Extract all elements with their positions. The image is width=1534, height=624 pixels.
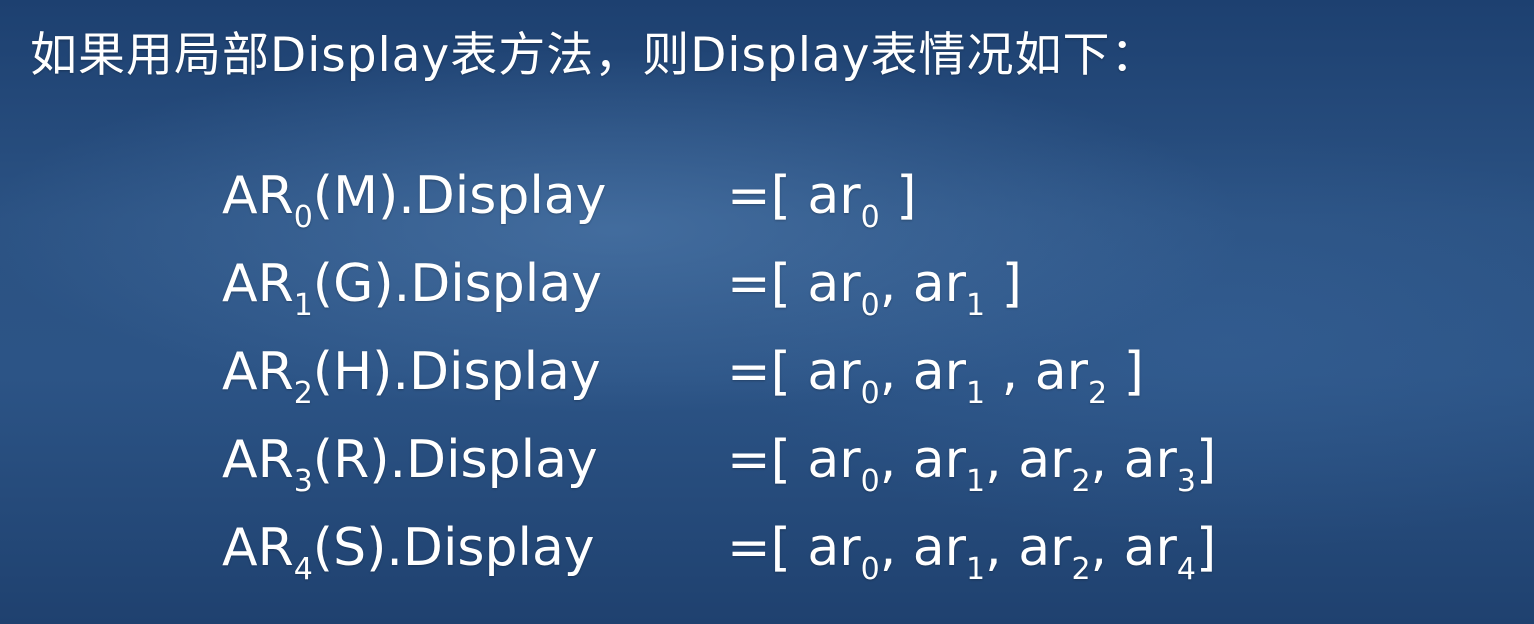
term-separator: , — [879, 430, 913, 490]
record-prefix: AR — [222, 518, 294, 578]
activation-record-label: AR1(G).Display — [222, 240, 602, 328]
display-term: ar1 — [912, 254, 1002, 321]
display-value: =[ ar0, ar1, ar2, ar3] — [727, 416, 1216, 504]
term-base: ar — [912, 518, 967, 578]
open-bracket: =[ — [727, 166, 808, 226]
term-subscript: 0 — [860, 200, 880, 235]
term-separator: , — [1090, 518, 1124, 578]
record-prefix: AR — [222, 166, 294, 226]
display-term: ar0, — [807, 342, 913, 409]
display-term: ar2, — [1018, 518, 1124, 585]
term-base: ar — [912, 342, 967, 402]
close-bracket: ] — [1123, 342, 1144, 402]
record-prefix: AR — [222, 254, 294, 314]
record-subscript: 3 — [293, 464, 313, 499]
term-base: ar — [1123, 518, 1177, 578]
term-base: ar — [1034, 342, 1088, 402]
term-separator — [1107, 342, 1124, 402]
record-prefix: AR — [222, 342, 294, 402]
term-separator: , — [985, 518, 1019, 578]
term-separator: , — [879, 518, 913, 578]
term-subscript: 0 — [860, 288, 880, 323]
display-term: ar2, — [1018, 430, 1124, 497]
open-bracket: =[ — [727, 518, 808, 578]
term-subscript: 3 — [1176, 464, 1196, 499]
activation-record-label: AR2(H).Display — [222, 328, 601, 416]
display-term: ar0 — [807, 166, 897, 233]
term-subscript: 2 — [1071, 464, 1091, 499]
term-subscript: 1 — [966, 288, 986, 323]
display-term: ar1, — [912, 430, 1019, 497]
term-subscript: 0 — [860, 464, 880, 499]
slide-heading: 如果用局部Display表方法，则Display表情况如下： — [30, 28, 1159, 83]
record-suffix: (R).Display — [312, 430, 598, 490]
display-term: ar1 , — [912, 342, 1035, 409]
record-prefix: AR — [222, 430, 294, 490]
term-base: ar — [807, 430, 861, 490]
display-term: ar1, — [912, 518, 1019, 585]
record-suffix: (H).Display — [312, 342, 601, 402]
record-suffix: (M).Display — [312, 166, 607, 226]
activation-record-label: AR0(M).Display — [222, 152, 606, 240]
term-subscript: 1 — [966, 376, 986, 411]
term-subscript: 1 — [966, 552, 986, 587]
record-suffix: (S).Display — [312, 518, 595, 578]
record-subscript: 1 — [293, 288, 313, 323]
open-bracket: =[ — [727, 342, 808, 402]
term-base: ar — [807, 342, 861, 402]
term-separator — [880, 166, 897, 226]
term-base: ar — [807, 254, 861, 314]
term-base: ar — [912, 254, 967, 314]
term-subscript: 2 — [1071, 552, 1091, 587]
term-separator — [985, 254, 1002, 314]
display-term: ar3 — [1123, 430, 1196, 497]
term-base: ar — [1018, 430, 1072, 490]
display-value: =[ ar0, ar1 ] — [727, 240, 1022, 328]
close-bracket: ] — [896, 166, 917, 226]
display-term: ar4 — [1123, 518, 1196, 585]
record-subscript: 2 — [293, 376, 313, 411]
display-term: ar0, — [807, 254, 913, 321]
term-subscript: 0 — [860, 376, 880, 411]
term-separator: , — [879, 342, 913, 402]
display-value: =[ ar0, ar1 , ar2 ] — [727, 328, 1144, 416]
slide: 如果用局部Display表方法，则Display表情况如下： AR0(M).Di… — [0, 0, 1534, 624]
term-subscript: 2 — [1087, 376, 1108, 411]
display-value: =[ ar0, ar1, ar2, ar4] — [727, 504, 1216, 592]
record-subscript: 0 — [293, 200, 313, 235]
open-bracket: =[ — [727, 430, 808, 490]
display-term: ar0, — [807, 430, 913, 497]
term-base: ar — [1018, 518, 1072, 578]
term-subscript: 0 — [860, 552, 880, 587]
record-suffix: (G).Display — [312, 254, 602, 314]
close-bracket: ] — [1001, 254, 1022, 314]
term-separator: , — [985, 342, 1035, 402]
term-base: ar — [1123, 430, 1177, 490]
term-separator: , — [985, 430, 1019, 490]
term-separator: , — [879, 254, 913, 314]
term-base: ar — [912, 430, 967, 490]
display-term: ar2 — [1034, 342, 1124, 409]
activation-record-label: AR4(S).Display — [222, 504, 595, 592]
term-base: ar — [807, 518, 861, 578]
record-subscript: 4 — [293, 552, 313, 587]
term-separator: , — [1090, 430, 1124, 490]
close-bracket: ] — [1195, 518, 1217, 578]
close-bracket: ] — [1195, 430, 1217, 490]
term-subscript: 4 — [1176, 552, 1196, 587]
term-subscript: 1 — [966, 464, 986, 499]
display-term: ar0, — [807, 518, 913, 585]
activation-record-label: AR3(R).Display — [222, 416, 598, 504]
display-value: =[ ar0 ] — [727, 152, 917, 240]
open-bracket: =[ — [727, 254, 808, 314]
term-base: ar — [807, 166, 861, 226]
